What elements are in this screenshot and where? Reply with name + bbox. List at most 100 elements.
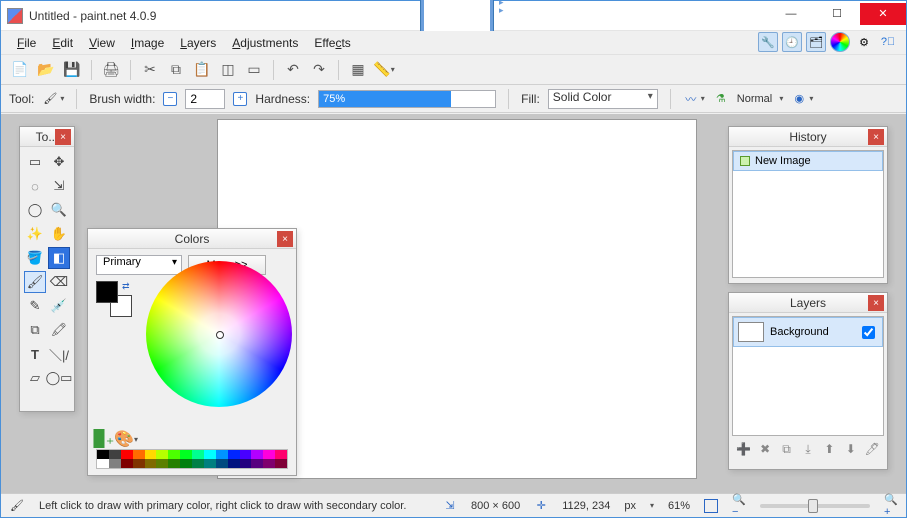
palette-color[interactable] — [263, 459, 275, 468]
palette-color[interactable] — [156, 450, 168, 459]
pencil-tool[interactable]: ✎ — [24, 295, 46, 317]
menu-edit[interactable]: Edit — [44, 33, 81, 53]
lasso-select-tool[interactable]: ◌ — [24, 175, 46, 197]
palette-color[interactable] — [145, 459, 157, 468]
duplicate-layer-icon[interactable]: ⧉ — [778, 440, 796, 458]
text-tool[interactable]: T — [24, 343, 46, 365]
palette-color[interactable] — [216, 450, 228, 459]
palette-color[interactable] — [192, 459, 204, 468]
add-palette-color-icon[interactable]: ▉₊ — [96, 431, 112, 447]
palette-color[interactable] — [204, 450, 216, 459]
new-file-icon[interactable]: 📄 — [9, 59, 31, 81]
add-layer-icon[interactable]: ➕ — [735, 440, 753, 458]
print-icon[interactable]: 🖨 — [100, 59, 122, 81]
move-selected-tool[interactable]: ✥ — [48, 151, 70, 173]
palette-color[interactable] — [275, 450, 287, 459]
brush-width-minus[interactable]: − — [163, 92, 177, 106]
layer-properties-icon[interactable]: 🖊 — [863, 440, 881, 458]
layers-panel-close-icon[interactable]: × — [868, 295, 884, 311]
paste-icon[interactable]: 📋 — [191, 59, 213, 81]
menu-layers[interactable]: Layers — [172, 33, 224, 53]
eraser-tool[interactable]: ⌫ — [48, 271, 70, 293]
colors-panel[interactable]: Colors × Primary More >> ⇄ ▉₊ 🎨▾ — [87, 228, 297, 476]
palette-color[interactable] — [192, 450, 204, 459]
gradient-tool[interactable]: ◧ — [48, 247, 70, 269]
zoom-slider-knob[interactable] — [808, 499, 818, 513]
layers-window-toggle-icon[interactable]: 🗂 — [806, 32, 826, 52]
palette-color[interactable] — [168, 450, 180, 459]
blend-flask[interactable]: ⚗ — [713, 91, 729, 107]
menu-file[interactable]: File — [9, 33, 44, 53]
zoom-slider[interactable] — [760, 504, 870, 508]
merge-down-icon[interactable]: ⤓ — [799, 440, 817, 458]
menu-effects[interactable]: Effects — [306, 33, 358, 53]
primary-color-swatch[interactable] — [96, 281, 118, 303]
fill-select[interactable]: Solid Color — [548, 89, 658, 109]
palette-color[interactable] — [240, 450, 252, 459]
fit-window-icon[interactable] — [704, 499, 718, 513]
close-button[interactable]: ✕ — [860, 3, 906, 25]
tools-panel-close-icon[interactable]: × — [55, 129, 71, 145]
grid-icon[interactable]: ▦ — [347, 59, 369, 81]
status-unit[interactable]: px — [624, 500, 636, 512]
palette-color[interactable] — [180, 459, 192, 468]
history-panel-header[interactable]: History × — [729, 127, 887, 147]
colors-panel-header[interactable]: Colors × — [88, 229, 296, 249]
palette-color[interactable] — [251, 459, 263, 468]
palette-color[interactable] — [275, 459, 287, 468]
palette-color[interactable] — [156, 459, 168, 468]
layers-panel[interactable]: Layers × Background ➕ ✖ ⧉ ⤓ ⬆ ⬇ 🖊 — [728, 292, 888, 470]
tools-panel-header[interactable]: To... × — [20, 127, 74, 147]
delete-layer-icon[interactable]: ✖ — [756, 440, 774, 458]
eyedropper-tool[interactable]: 💉 — [48, 295, 70, 317]
redo-icon[interactable]: ↷ — [308, 59, 330, 81]
recolor-tool[interactable]: 🖍 — [48, 319, 70, 341]
palette-color[interactable] — [109, 459, 121, 468]
minimize-button[interactable]: — — [768, 3, 814, 25]
paintbrush-tool[interactable]: 🖌 — [24, 271, 46, 293]
blend-mode-select[interactable]: Normal ▾ — [737, 93, 784, 105]
zoom-out-icon[interactable]: 🔍− — [732, 499, 746, 513]
layers-panel-header[interactable]: Layers × — [729, 293, 887, 313]
palette-color[interactable] — [228, 450, 240, 459]
crop-icon[interactable]: ◫ — [217, 59, 239, 81]
brush-width-input[interactable] — [185, 89, 225, 109]
layers-list[interactable]: Background — [732, 316, 884, 436]
layer-item[interactable]: Background — [733, 317, 883, 347]
move-layer-up-icon[interactable]: ⬆ — [820, 440, 838, 458]
tool-selector[interactable]: 🖌 ▾ — [42, 91, 64, 107]
palette-menu-icon[interactable]: 🎨▾ — [118, 431, 134, 447]
open-file-icon[interactable]: 📂 — [35, 59, 57, 81]
palette-color[interactable] — [121, 450, 133, 459]
history-list[interactable]: New Image — [732, 150, 884, 278]
layer-visibility-checkbox[interactable] — [862, 326, 875, 339]
help-icon[interactable]: ?⃝ — [878, 32, 898, 52]
menu-view[interactable]: View — [81, 33, 123, 53]
color-target-select[interactable]: Primary — [96, 255, 182, 275]
palette-color[interactable] — [168, 459, 180, 468]
history-window-toggle-icon[interactable]: 🕘 — [782, 32, 802, 52]
shapes-tool-2[interactable]: ◯▭ — [48, 367, 70, 389]
pan-tool[interactable]: ✋ — [48, 223, 70, 245]
palette-color[interactable] — [97, 459, 109, 468]
palette-color[interactable] — [109, 450, 121, 459]
antialias-toggle[interactable]: 〰▾ — [683, 91, 705, 107]
paint-bucket-tool[interactable]: 🪣 — [24, 247, 46, 269]
shapes-tool[interactable]: ▱ — [24, 367, 46, 389]
palette-color[interactable] — [133, 450, 145, 459]
palette-color[interactable] — [180, 450, 192, 459]
move-layer-down-icon[interactable]: ⬇ — [842, 440, 860, 458]
history-panel-close-icon[interactable]: × — [868, 129, 884, 145]
save-file-icon[interactable]: 💾 — [61, 59, 83, 81]
undo-icon[interactable]: ↶ — [282, 59, 304, 81]
palette-color[interactable] — [228, 459, 240, 468]
ellipse-select-tool[interactable]: ◯ — [24, 199, 46, 221]
line-tool[interactable]: ＼|/ — [48, 343, 70, 365]
history-panel[interactable]: History × New Image — [728, 126, 888, 284]
colors-panel-close-icon[interactable]: × — [277, 231, 293, 247]
zoom-tool[interactable]: 🔍 — [48, 199, 70, 221]
palette-color[interactable] — [251, 450, 263, 459]
colors-window-toggle-icon[interactable] — [830, 32, 850, 52]
settings-icon[interactable]: ⚙ — [854, 32, 874, 52]
deselect-icon[interactable]: ▭ — [243, 59, 265, 81]
